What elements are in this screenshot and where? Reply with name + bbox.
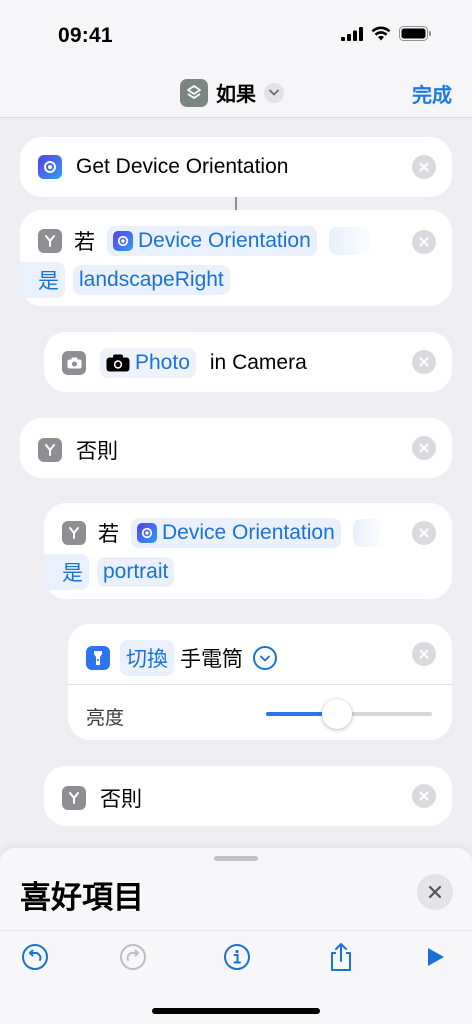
action-toggle-flashlight[interactable]: 切換 手電筒 亮度 bbox=[68, 624, 452, 740]
device-orientation-variable[interactable]: Device Orientation bbox=[131, 518, 341, 548]
condition-value[interactable]: portrait bbox=[97, 557, 175, 587]
status-time: 09:41 bbox=[58, 24, 113, 47]
nav-title-button[interactable]: 如果 bbox=[180, 78, 284, 107]
undo-button[interactable] bbox=[20, 942, 50, 972]
flashlight-label: 手電筒 bbox=[180, 648, 243, 671]
sheet-title: 喜好項目 bbox=[20, 880, 144, 915]
branch-icon bbox=[38, 229, 62, 253]
shortcut-app-icon bbox=[180, 78, 208, 107]
share-button[interactable] bbox=[326, 942, 356, 972]
action-take-photo[interactable]: Photo in Camera bbox=[44, 332, 452, 392]
if-keyword: 若 bbox=[98, 523, 119, 546]
info-button[interactable] bbox=[222, 942, 252, 972]
flashlight-icon bbox=[86, 646, 110, 670]
sheet-grabber[interactable] bbox=[214, 856, 258, 861]
done-button[interactable]: 完成 bbox=[412, 79, 452, 108]
camera-glyph-icon bbox=[106, 354, 130, 372]
condition-operator[interactable]: 是 bbox=[20, 262, 65, 298]
remove-action-button[interactable] bbox=[412, 436, 436, 460]
action-get-device-orientation[interactable]: Get Device Orientation bbox=[20, 137, 452, 197]
otherwise-label: 否則 bbox=[76, 440, 118, 463]
close-sheet-button[interactable] bbox=[417, 874, 453, 910]
action-otherwise-nested[interactable]: 否則 bbox=[44, 766, 452, 826]
status-bar: 09:41 bbox=[0, 0, 472, 70]
photo-label: Photo bbox=[135, 351, 190, 374]
nav-bar: 如果 完成 bbox=[0, 70, 472, 118]
branch-icon bbox=[38, 438, 62, 462]
branch-icon bbox=[62, 521, 86, 545]
condition-placeholder[interactable] bbox=[352, 519, 381, 547]
close-icon bbox=[428, 885, 442, 899]
variable-label: Device Orientation bbox=[162, 521, 335, 544]
remove-action-button[interactable] bbox=[412, 784, 436, 808]
toolbar-divider bbox=[0, 930, 472, 931]
if-keyword: 若 bbox=[74, 231, 95, 254]
brightness-label: 亮度 bbox=[86, 708, 125, 729]
remove-action-button[interactable] bbox=[412, 155, 436, 179]
slider-thumb[interactable] bbox=[322, 699, 352, 729]
device-orientation-variable[interactable]: Device Orientation bbox=[107, 226, 317, 256]
share-icon bbox=[331, 943, 351, 971]
variable-label: Device Orientation bbox=[138, 229, 311, 252]
cellular-signal-icon bbox=[341, 26, 363, 41]
otherwise-label: 否則 bbox=[100, 788, 142, 811]
home-indicator bbox=[152, 1008, 320, 1014]
device-orientation-icon bbox=[137, 523, 157, 543]
branch-icon bbox=[62, 786, 86, 810]
redo-icon bbox=[120, 944, 146, 970]
camera-icon bbox=[62, 351, 86, 375]
action-if-portrait[interactable]: 若 Device Orientation 是 portrait bbox=[44, 503, 452, 599]
toggle-verb[interactable]: 切換 bbox=[120, 640, 174, 676]
undo-icon bbox=[22, 944, 48, 970]
photo-suffix: in Camera bbox=[209, 351, 307, 374]
remove-action-button[interactable] bbox=[412, 642, 436, 666]
photo-variable[interactable]: Photo bbox=[100, 348, 196, 378]
status-icons bbox=[341, 26, 432, 41]
battery-icon bbox=[399, 26, 431, 41]
run-button[interactable] bbox=[420, 942, 450, 972]
action-if-landscape[interactable]: 若 Device Orientation 是 landscapeRight bbox=[20, 210, 452, 306]
action-otherwise[interactable]: 否則 bbox=[20, 418, 452, 478]
flow-connector bbox=[235, 196, 237, 210]
condition-value[interactable]: landscapeRight bbox=[73, 265, 230, 295]
nav-title: 如果 bbox=[216, 84, 256, 106]
chevron-down-icon bbox=[264, 82, 284, 103]
info-icon bbox=[224, 944, 250, 970]
device-orientation-icon bbox=[38, 155, 62, 179]
action-title: Get Device Orientation bbox=[76, 155, 289, 178]
divider bbox=[68, 684, 452, 685]
expand-chevron-icon[interactable] bbox=[253, 646, 277, 670]
redo-button[interactable] bbox=[118, 942, 148, 972]
remove-action-button[interactable] bbox=[412, 350, 436, 374]
condition-operator[interactable]: 是 bbox=[44, 554, 89, 590]
wifi-icon bbox=[371, 26, 391, 41]
remove-action-button[interactable] bbox=[412, 230, 436, 254]
device-orientation-icon bbox=[113, 231, 133, 251]
condition-placeholder[interactable] bbox=[328, 227, 371, 255]
play-icon bbox=[428, 948, 444, 966]
remove-action-button[interactable] bbox=[412, 521, 436, 545]
